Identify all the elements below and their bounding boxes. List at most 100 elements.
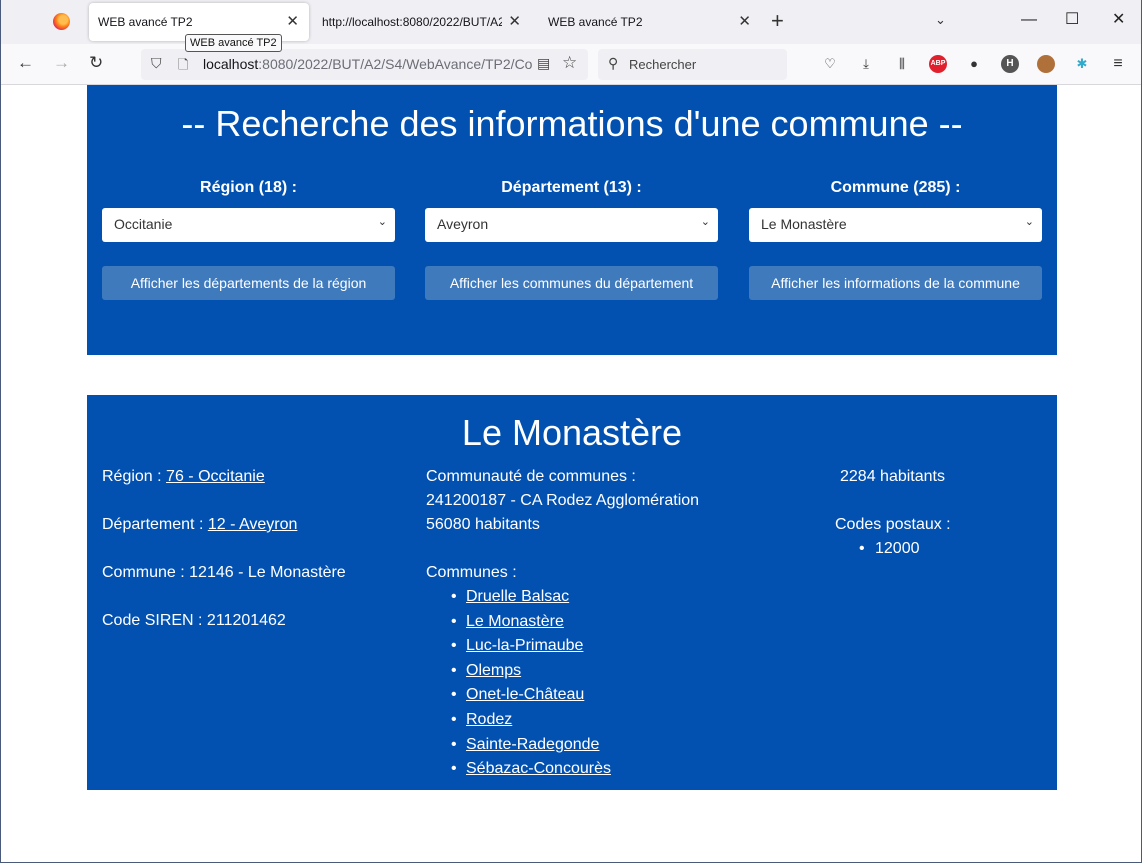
sparkle-icon[interactable]: ✱ [1073,55,1091,73]
menu-icon[interactable]: ≡ [1109,55,1127,73]
postal-label: Codes postaux : [835,516,951,533]
commune-label: Commune (285) : [830,179,961,196]
cc-population: 56080 habitants [426,516,540,533]
departement-row-label: Département : [102,516,208,533]
list-item: 12000 [817,537,1017,562]
chevron-down-icon: ⌄ [700,216,710,228]
communes-list: Druelle Balsac Le Monastère Luc-la-Prima… [426,585,756,782]
region-link[interactable]: 76 - Occitanie [166,468,265,485]
url-text[interactable]: localhost:8080/2022/BUT/A2/S4/WebAvance/… [203,56,533,72]
communes-label: Communes : [426,564,517,581]
close-tab-icon[interactable]: ✕ [738,13,751,31]
search-bar[interactable]: ⚲ Rechercher [598,49,787,80]
url-host: localhost [203,56,259,72]
h-extension-icon[interactable]: H [1001,55,1019,73]
commune-link[interactable]: Rodez [466,711,512,728]
minimize-icon[interactable]: — [1021,10,1037,30]
navigation-bar: ← → ↻ ⛉ 🗋 localhost:8080/2022/BUT/A2/S4/… [1,44,1141,85]
commune-info-panel: Le Monastère Région : 76 - Occitanie Dép… [87,395,1057,790]
commune-link[interactable]: Sainte-Radegonde [466,736,599,753]
back-arrow-icon[interactable]: ← [17,52,34,74]
siren-code: Code SIREN : 211201462 [102,612,286,629]
commune-selected: Le Monastère [761,216,847,232]
list-item: Luc-la-Primaube [426,634,756,659]
list-item: Olemps [426,659,756,684]
list-item: Onet-le-Château [426,683,756,708]
commune-link[interactable]: Druelle Balsac [466,588,569,605]
reader-view-icon[interactable]: ▤ [537,55,550,72]
new-tab-icon[interactable]: + [771,9,784,33]
region-label: Région (18) : [200,179,297,196]
tab-strip: WEB avancé TP2 ✕ http://localhost:8080/2… [1,0,1141,44]
firefox-icon[interactable] [53,13,70,30]
commune-link[interactable]: Onet-le-Château [466,686,584,703]
forward-arrow-icon[interactable]: → [53,52,70,74]
chevron-down-icon: ⌄ [377,216,387,228]
page-info-icon[interactable]: 🗋 [178,56,188,78]
commune-title: Le Monastère [461,412,683,453]
library-icon[interactable]: ⫼ [893,55,911,73]
search-placeholder: Rechercher [629,57,697,72]
departement-column: Département (13) : Aveyron ⌄ Afficher le… [425,179,718,300]
commune-column: Commune (285) : Le Monastère ⌄ Afficher … [749,179,1042,300]
tab-tooltip: WEB avancé TP2 [185,34,282,52]
search-title: -- Recherche des informations d'une comm… [181,103,963,144]
browser-window: WEB avancé TP2 ✕ http://localhost:8080/2… [0,0,1142,863]
commune-link[interactable]: Le Monastère [466,613,564,630]
download-icon[interactable]: ⤓ [857,55,875,73]
departement-row: Département : 12 - Aveyron [102,513,402,537]
list-item: Druelle Balsac [426,585,756,610]
postal-codes-list: 12000 [817,537,1017,562]
adblock-icon[interactable]: ABP [929,55,947,73]
shield-icon[interactable]: ⛉ [151,55,162,72]
cc-name: 241200187 - CA Rodez Agglomération [426,492,700,509]
chevron-down-icon: ⌄ [1024,216,1034,228]
departement-link[interactable]: 12 - Aveyron [208,516,298,533]
list-item: Sainte-Radegonde [426,733,756,758]
tab-localhost-url[interactable]: http://localhost:8080/2022/BUT/A2/S4/We … [313,3,531,41]
show-departements-button[interactable]: Afficher les départements de la région [102,266,395,300]
tab-web-avance-tp2-2[interactable]: WEB avancé TP2 ✕ [539,3,761,41]
bookmark-star-icon[interactable]: ☆ [562,53,577,73]
extension-icon[interactable]: ● [965,55,983,73]
url-bar[interactable]: ⛉ 🗋 localhost:8080/2022/BUT/A2/S4/WebAva… [141,49,588,80]
population: 2284 habitants [840,468,945,485]
close-tab-icon[interactable]: ✕ [286,13,299,31]
region-selected: Occitanie [114,216,173,232]
show-commune-info-button[interactable]: Afficher les informations de la commune [749,266,1042,300]
region-row: Région : 76 - Occitanie [102,465,402,489]
departement-select[interactable]: Aveyron ⌄ [425,208,718,242]
close-tab-icon[interactable]: ✕ [508,13,521,31]
commune-link[interactable]: Luc-la-Primaube [466,637,583,654]
commune-code: Commune : 12146 - Le Monastère [102,564,346,581]
commune-identity: Région : 76 - Occitanie Département : 12… [102,465,402,633]
search-panel: -- Recherche des informations d'une comm… [87,85,1057,355]
commune-link[interactable]: Olemps [466,662,521,679]
departement-selected: Aveyron [437,216,489,232]
page-content: -- Recherche des informations d'une comm… [1,85,1141,862]
region-column: Région (18) : Occitanie ⌄ Afficher les d… [102,179,395,300]
search-icon: ⚲ [608,55,619,71]
departement-label: Département (13) : [501,179,642,196]
tab-label: WEB avancé TP2 [548,15,643,29]
commune-link[interactable]: Sébazac-Concourès [466,760,611,777]
cookie-icon[interactable] [1037,55,1055,73]
close-window-icon[interactable]: ✕ [1112,10,1125,30]
region-select[interactable]: Occitanie ⌄ [102,208,395,242]
commune-select[interactable]: Le Monastère ⌄ [749,208,1042,242]
list-item: Le Monastère [426,610,756,635]
communaute-block: Communauté de communes : 241200187 - CA … [426,465,756,782]
list-item: Sébazac-Concourès [426,757,756,782]
cc-label: Communauté de communes : [426,468,636,485]
tab-label: WEB avancé TP2 [98,15,193,29]
region-row-label: Région : [102,468,167,485]
url-path: :8080/2022/BUT/A2/S4/WebAvance/TP2/Commu… [258,56,533,72]
tab-label: http://localhost:8080/2022/BUT/A2/S4/We [322,15,502,29]
list-item: Rodez [426,708,756,733]
population-block: 2284 habitants Codes postaux : 12000 [817,465,1017,562]
maximize-icon[interactable]: ☐ [1065,10,1079,30]
chevron-down-icon[interactable]: ⌄ [935,12,946,28]
show-communes-button[interactable]: Afficher les communes du département [425,266,718,300]
reload-icon[interactable]: ↻ [89,52,103,74]
pocket-icon[interactable]: ♡ [821,55,839,73]
